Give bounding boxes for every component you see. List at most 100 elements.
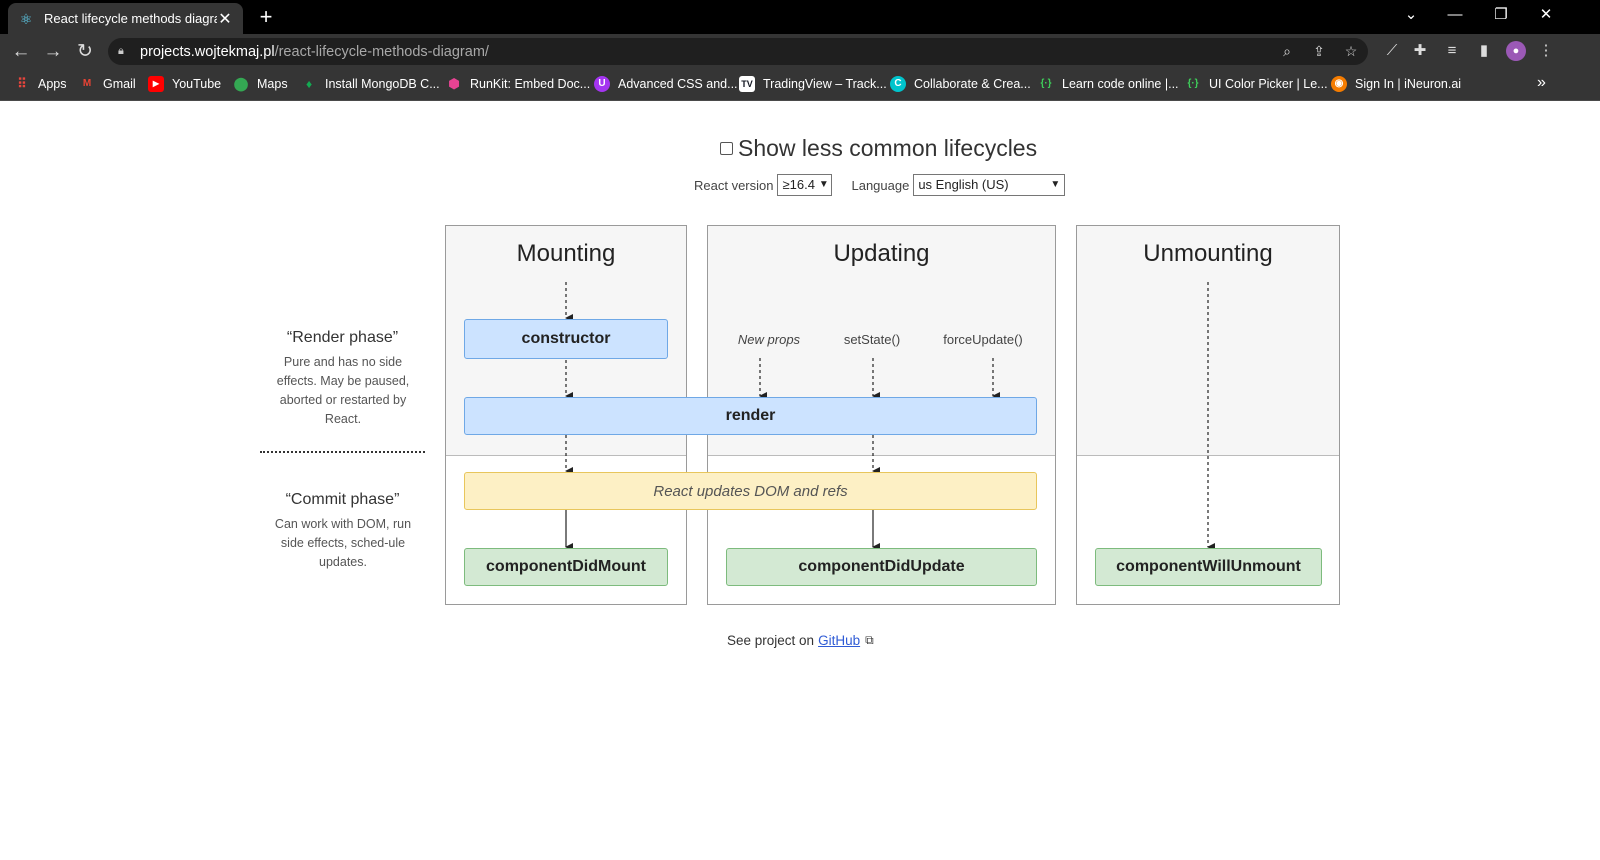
bookmark-label: Maps bbox=[257, 77, 288, 91]
bookmark-star-icon[interactable]: ☆ bbox=[1340, 38, 1362, 65]
bookmark-youtube[interactable]: ▶ YouTube bbox=[148, 74, 221, 94]
restore-button[interactable]: ❐ bbox=[1478, 0, 1524, 30]
trigger-set-state: setState() bbox=[843, 332, 901, 347]
mounting-title: Mounting bbox=[516, 240, 616, 267]
url-text[interactable]: projects.wojtekmaj.pl/react-lifecycle-me… bbox=[140, 44, 489, 60]
browser-toolbar: ← → ↻ 🔒︎ projects.wojtekmaj.pl/react-lif… bbox=[0, 34, 1600, 68]
bookmark-mongodb[interactable]: ♦ Install MongoDB C... bbox=[301, 74, 440, 94]
url-host: projects.wojtekmaj.pl bbox=[140, 43, 275, 60]
gmail-icon: M bbox=[82, 78, 92, 89]
bookmark-collaborate[interactable]: C Collaborate & Crea... bbox=[890, 74, 1031, 94]
address-bar[interactable]: 🔒︎ projects.wojtekmaj.pl/react-lifecycle… bbox=[108, 38, 1368, 65]
bookmark-label: Sign In | iNeuron.ai bbox=[1355, 77, 1462, 91]
bookmarks-bar: ⠿ Apps M Gmail ▶ YouTube ⬤ Maps ♦ Instal… bbox=[0, 68, 1600, 101]
language-select[interactable]: us English (US) ▼ bbox=[913, 174, 1066, 196]
extensions-puzzle-icon[interactable]: ✚ bbox=[1408, 39, 1432, 63]
tab-search-icon[interactable]: ⌄ bbox=[1388, 0, 1434, 30]
bookmark-label: Apps bbox=[38, 77, 67, 91]
canva-icon: C bbox=[890, 76, 906, 92]
bookmark-apps[interactable]: ⠿ Apps bbox=[14, 74, 67, 94]
react-version-select[interactable]: ≥16.4 ▼ bbox=[777, 174, 833, 196]
render-phase-title: “Render phase” bbox=[286, 329, 399, 346]
show-less-label: Show less common lifecycles bbox=[738, 135, 1038, 161]
maps-icon: ⬤ bbox=[233, 76, 249, 91]
bookmark-label: Collaborate & Crea... bbox=[914, 77, 1031, 91]
tab-title: React lifecycle methods diagram bbox=[44, 11, 217, 26]
tradingview-icon: TV bbox=[739, 76, 755, 92]
new-tab-button[interactable]: + bbox=[252, 3, 280, 31]
share-icon[interactable]: ⇪ bbox=[1308, 38, 1330, 65]
react-favicon-icon: ⚛ bbox=[19, 10, 33, 27]
component-did-mount-box[interactable]: componentDidMount bbox=[464, 548, 668, 586]
more-bookmarks-icon[interactable]: » bbox=[1537, 74, 1546, 92]
youtube-icon: ▶ bbox=[148, 76, 164, 92]
external-link-icon: ⧉ bbox=[865, 633, 874, 647]
bookmark-maps[interactable]: ⬤ Maps bbox=[233, 74, 288, 94]
bookmark-label: RunKit: Embed Doc... bbox=[470, 77, 591, 91]
bookmark-label: Install MongoDB C... bbox=[325, 77, 440, 91]
chevron-down-icon: ▼ bbox=[818, 179, 829, 190]
commit-phase-description: Can work with DOM, run side effects, sch… bbox=[274, 517, 412, 569]
tab-close-icon[interactable]: ✕ bbox=[217, 9, 233, 29]
unmounting-title: Unmounting bbox=[1143, 240, 1273, 267]
footer-text: See project on bbox=[727, 633, 815, 648]
trigger-new-props: New props bbox=[737, 332, 801, 347]
extension-icon[interactable]: ⟋ bbox=[1380, 39, 1404, 63]
show-less-checkbox[interactable] bbox=[720, 142, 733, 155]
commit-phase-title: “Commit phase” bbox=[285, 491, 400, 508]
updating-title: Updating bbox=[833, 240, 930, 267]
active-tab[interactable]: ⚛ React lifecycle methods diagram ✕ bbox=[8, 3, 243, 34]
reload-button[interactable]: ↻ bbox=[72, 39, 98, 65]
bookmark-label: Gmail bbox=[103, 77, 136, 91]
url-path: /react-lifecycle-methods-diagram/ bbox=[274, 43, 489, 60]
render-phase-description: Pure and has no side effects. May be pau… bbox=[276, 355, 410, 426]
bookmark-ui-color-picker[interactable]: {·} UI Color Picker | Le... bbox=[1185, 74, 1328, 94]
component-did-update-box[interactable]: componentDidUpdate bbox=[726, 548, 1037, 586]
dom-update-box: React updates DOM and refs bbox=[464, 472, 1037, 510]
bookmark-label: YouTube bbox=[172, 77, 222, 91]
udemy-icon: U bbox=[594, 76, 610, 92]
scrimba-icon: {·} bbox=[1187, 78, 1199, 89]
bookmark-learn-code[interactable]: {·} Learn code online |... bbox=[1038, 74, 1179, 94]
trigger-force-update: forceUpdate() bbox=[943, 332, 1023, 347]
runkit-icon: ⬢ bbox=[448, 76, 460, 91]
menu-kebab-icon[interactable]: ⋮ bbox=[1534, 39, 1558, 63]
bookmark-label: UI Color Picker | Le... bbox=[1209, 77, 1328, 91]
forward-button[interactable]: → bbox=[40, 39, 66, 65]
back-button[interactable]: ← bbox=[8, 39, 34, 65]
bookmark-runkit[interactable]: ⬢ RunKit: Embed Doc... bbox=[446, 74, 590, 94]
mongodb-icon: ♦ bbox=[305, 77, 313, 91]
show-less-common-toggle[interactable]: Show less common lifecycles bbox=[720, 135, 1037, 162]
apps-grid-icon: ⠿ bbox=[17, 76, 27, 91]
constructor-box[interactable]: constructor bbox=[464, 319, 668, 359]
bookmark-ineuron[interactable]: ◉ Sign In | iNeuron.ai bbox=[1331, 74, 1461, 94]
profile-avatar[interactable]: ● bbox=[1506, 41, 1526, 61]
lock-icon[interactable]: 🔒︎ bbox=[118, 45, 132, 58]
page-content: Show less common lifecycles React versio… bbox=[0, 101, 1600, 860]
phase-divider bbox=[260, 451, 425, 453]
minimize-button[interactable]: — bbox=[1432, 0, 1478, 30]
chevron-down-icon: ▼ bbox=[1050, 179, 1061, 190]
bookmark-label: TradingView – Track... bbox=[763, 77, 887, 91]
language-value: us English (US) bbox=[918, 177, 1009, 192]
zoom-search-icon[interactable]: ⌕ bbox=[1276, 38, 1298, 65]
tab-strip: ⚛ React lifecycle methods diagram ✕ + ⌄ … bbox=[0, 0, 1600, 34]
diagram-controls: React version ≥16.4 ▼ Language us Englis… bbox=[694, 174, 1066, 196]
react-version-label: React version bbox=[694, 177, 774, 193]
side-panel-icon[interactable]: ▮ bbox=[1472, 39, 1496, 63]
component-will-unmount-box[interactable]: componentWillUnmount bbox=[1095, 548, 1322, 586]
react-version-value: ≥16.4 bbox=[782, 177, 815, 192]
bookmark-gmail[interactable]: M Gmail bbox=[79, 74, 136, 94]
ineuron-icon: ◉ bbox=[1331, 76, 1347, 92]
render-box[interactable]: render bbox=[464, 397, 1037, 435]
project-footer: See project on GitHub ⧉ bbox=[727, 633, 874, 648]
bookmark-advanced-css[interactable]: U Advanced CSS and... bbox=[594, 74, 738, 94]
language-label: Language bbox=[851, 177, 910, 193]
scrimba-icon: {·} bbox=[1040, 78, 1052, 89]
bookmark-label: Learn code online |... bbox=[1062, 77, 1179, 91]
bookmark-tradingview[interactable]: TV TradingView – Track... bbox=[739, 74, 887, 94]
bookmark-label: Advanced CSS and... bbox=[618, 77, 738, 91]
window-close-button[interactable]: ✕ bbox=[1523, 0, 1569, 30]
github-link[interactable]: GitHub bbox=[818, 633, 860, 648]
media-controls-icon[interactable]: ≡ bbox=[1440, 39, 1464, 63]
